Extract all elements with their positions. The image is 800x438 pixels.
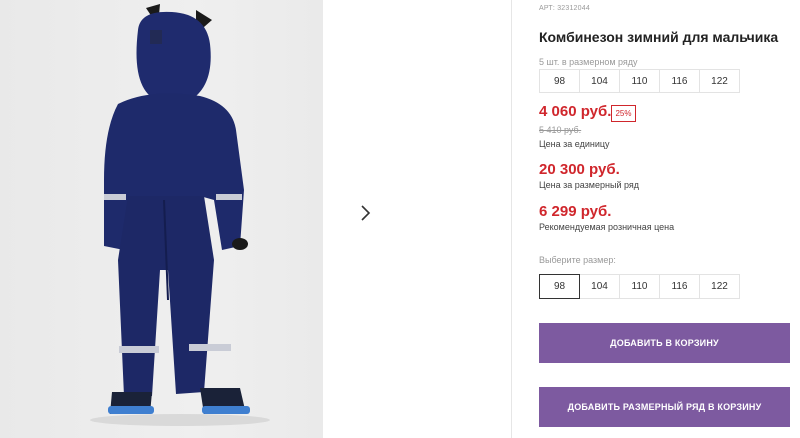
size-option-116[interactable]: 116 <box>659 274 700 299</box>
old-price: 5 410 руб. <box>539 125 582 135</box>
panel-divider <box>511 0 512 438</box>
row-price: 20 300 руб. <box>539 161 620 178</box>
size-selector: 98 104 110 116 122 <box>539 274 740 299</box>
add-to-cart-button[interactable]: ДОБАВИТЬ В КОРЗИНУ <box>539 323 790 363</box>
size-row-cell: 116 <box>659 69 700 93</box>
choose-size-label: Выберите размер: <box>539 255 616 265</box>
row-price-label: Цена за размерный ряд <box>539 180 640 190</box>
unit-price: 4 060 руб. <box>539 103 612 120</box>
size-option-98[interactable]: 98 <box>539 274 580 299</box>
next-image-button[interactable] <box>346 193 386 233</box>
article-number: АРТ: 32312044 <box>539 5 590 12</box>
discount-badge: 25% <box>611 105 636 122</box>
size-row-cell: 122 <box>699 69 740 93</box>
product-info-panel: АРТ: 32312044 Комбинезон зимний для маль… <box>539 0 800 438</box>
product-title: Комбинезон зимний для мальчика <box>539 29 779 45</box>
retail-price-label: Рекомендуемая розничная цена <box>539 222 675 232</box>
size-row-note: 5 шт. в размерном ряду <box>539 57 638 67</box>
retail-price: 6 299 руб. <box>539 203 612 220</box>
size-row-list: 98 104 110 116 122 <box>539 69 740 93</box>
child-in-snowsuit-image <box>90 4 270 426</box>
size-row-cell: 110 <box>619 69 660 93</box>
size-option-104[interactable]: 104 <box>579 274 620 299</box>
product-gallery <box>0 0 512 438</box>
add-size-row-to-cart-button[interactable]: ДОБАВИТЬ РАЗМЕРНЫЙ РЯД В КОРЗИНУ <box>539 387 790 427</box>
unit-price-label: Цена за единицу <box>539 139 610 149</box>
size-row-cell: 104 <box>579 69 620 93</box>
product-photo <box>0 0 323 438</box>
chevron-right-icon <box>361 205 371 221</box>
size-option-122[interactable]: 122 <box>699 274 740 299</box>
size-row-cell: 98 <box>539 69 580 93</box>
size-option-110[interactable]: 110 <box>619 274 660 299</box>
